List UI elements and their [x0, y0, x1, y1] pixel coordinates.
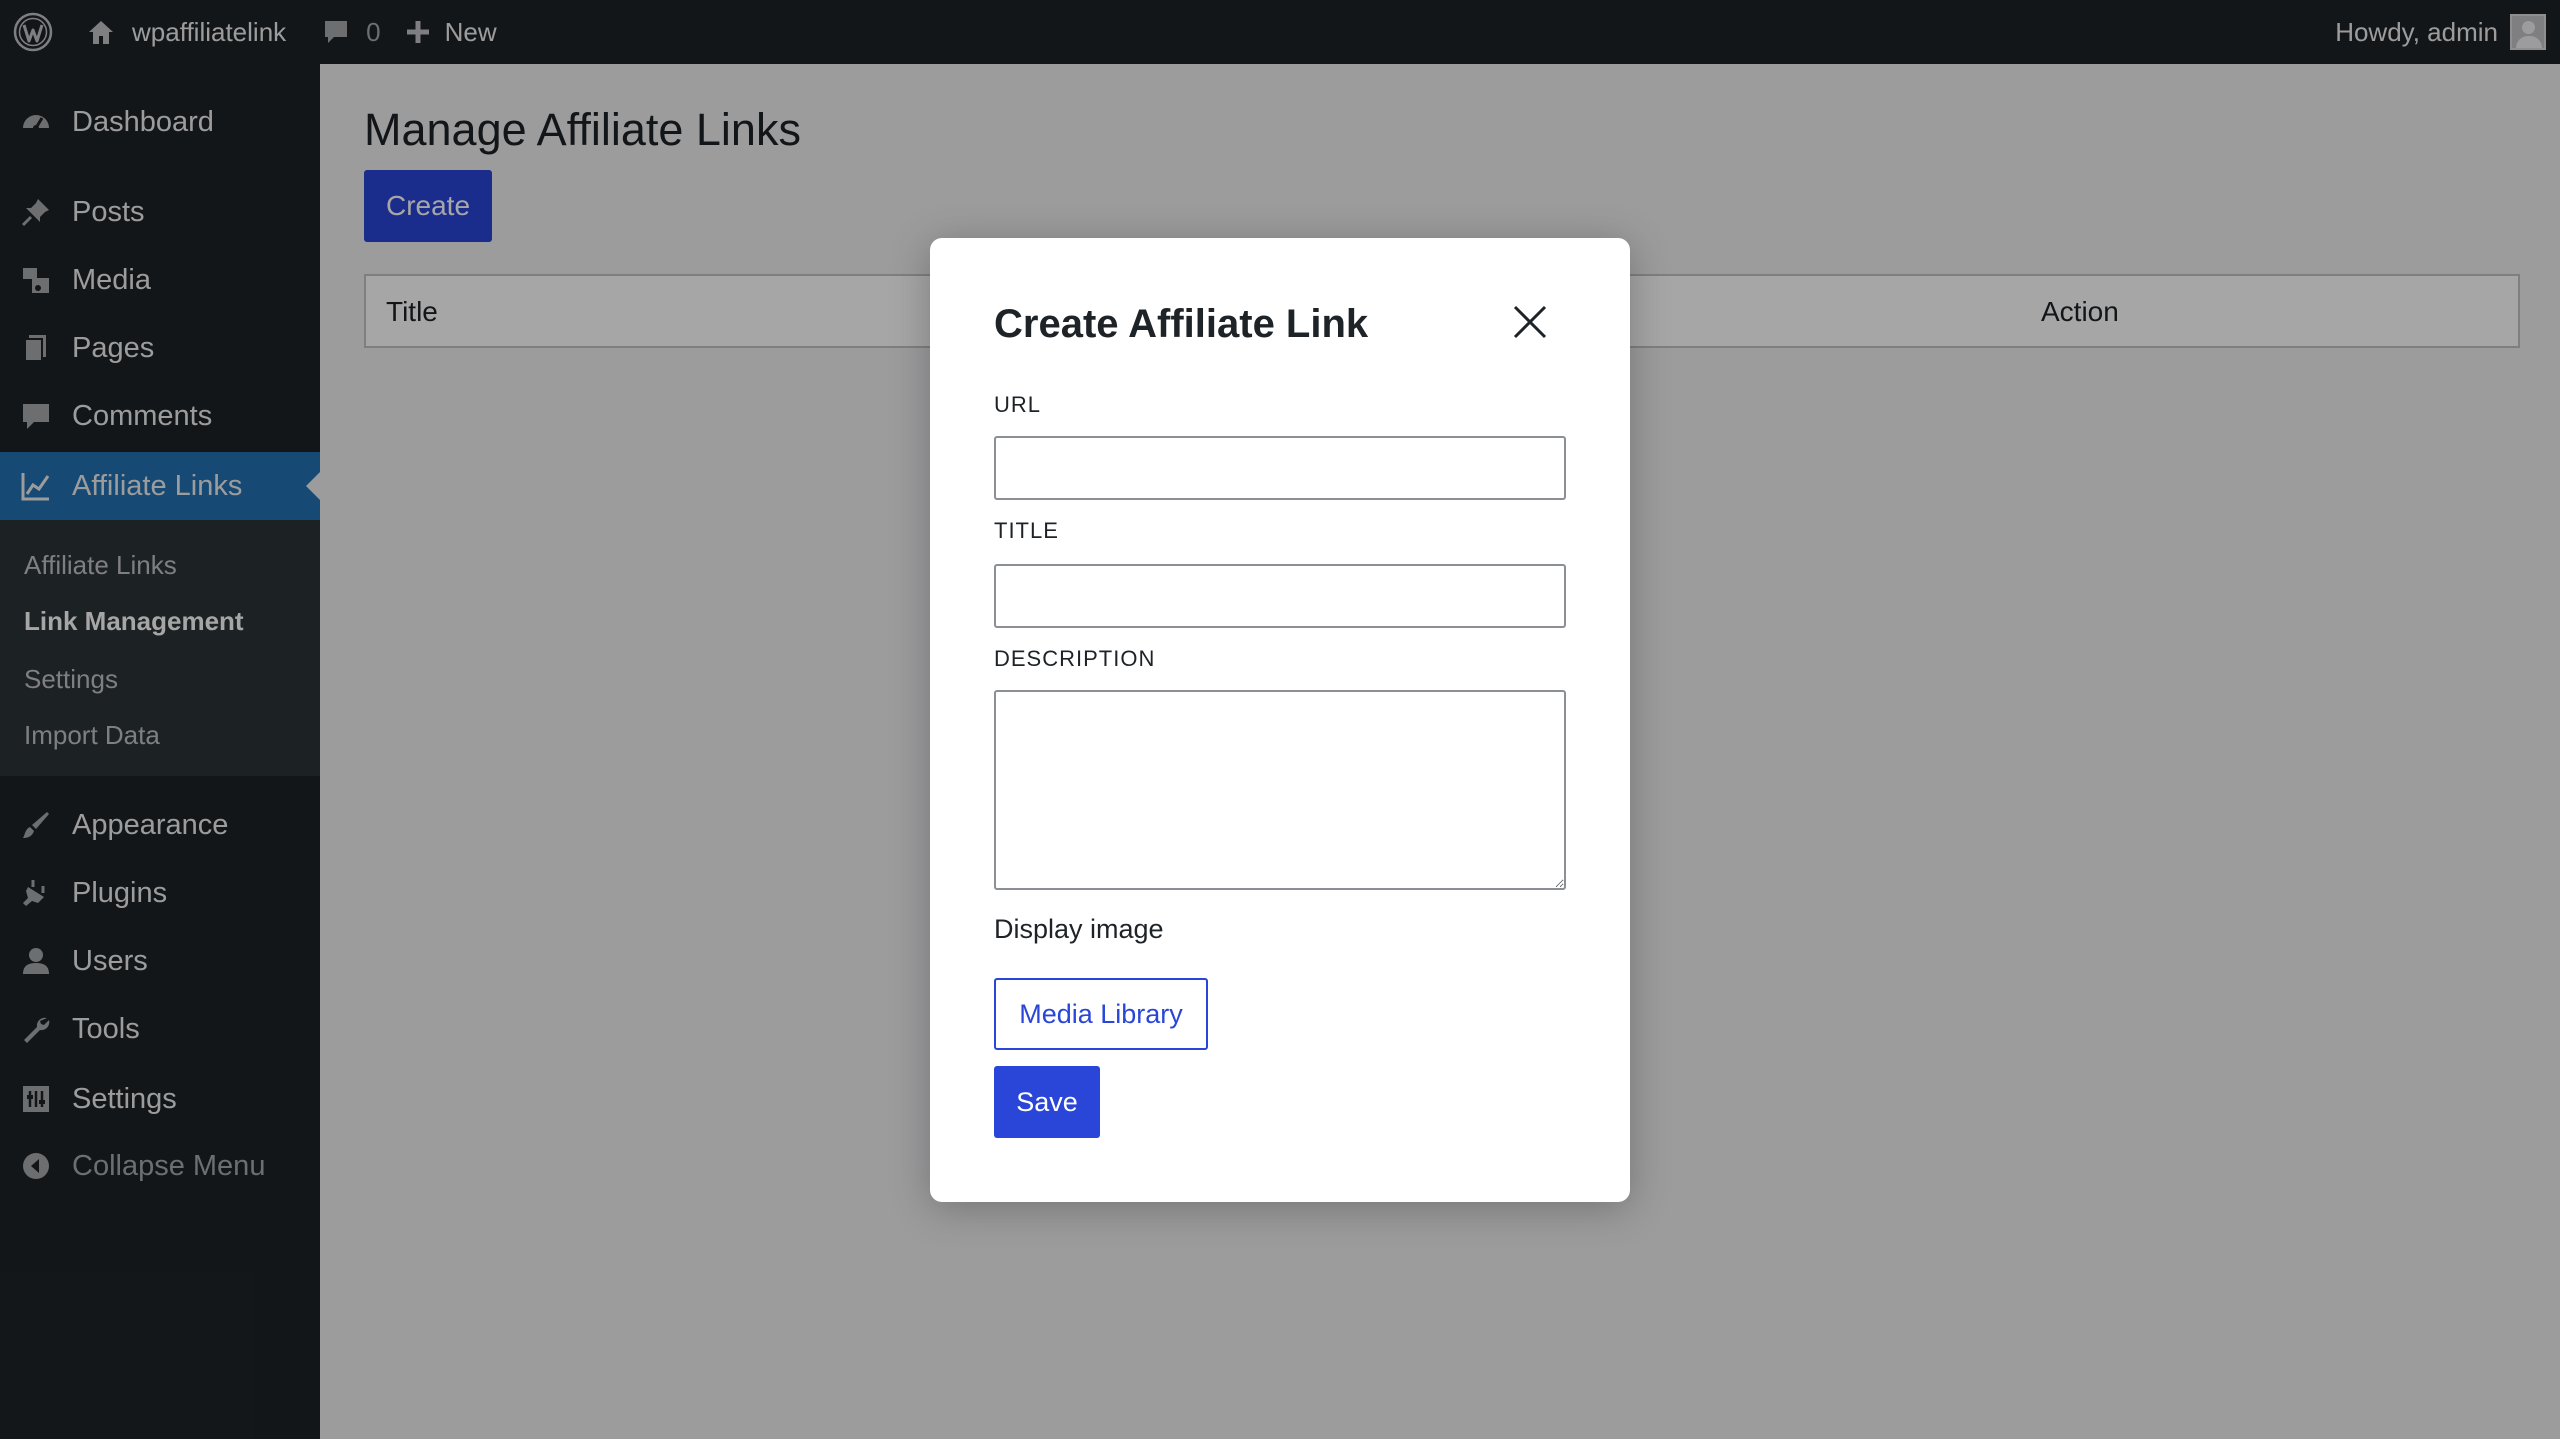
create-affiliate-link-modal: Create Affiliate Link URL TITLE DESCRIPT…: [930, 238, 1630, 1202]
description-textarea[interactable]: [994, 690, 1566, 890]
close-button[interactable]: [1510, 302, 1550, 342]
url-input[interactable]: [994, 436, 1566, 500]
close-icon: [1513, 305, 1547, 339]
save-button[interactable]: Save: [994, 1066, 1100, 1138]
title-input[interactable]: [994, 564, 1566, 628]
media-library-button[interactable]: Media Library: [994, 978, 1208, 1050]
modal-title: Create Affiliate Link: [994, 302, 1369, 346]
display-image-label: Display image: [994, 914, 1164, 944]
description-label: DESCRIPTION: [994, 646, 1156, 671]
url-label: URL: [994, 392, 1042, 417]
title-label: TITLE: [994, 518, 1059, 543]
